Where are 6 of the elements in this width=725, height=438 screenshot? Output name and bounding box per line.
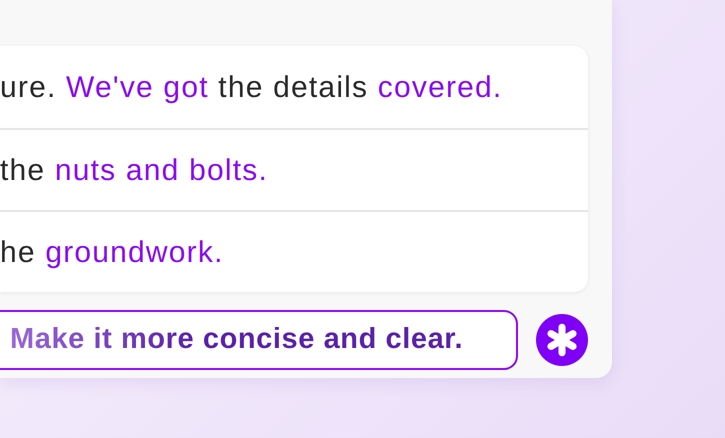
text-line: ure. We've got the details covered. xyxy=(0,70,504,106)
text-line: he groundwork. xyxy=(0,210,588,292)
text-line: the nuts and bolts. xyxy=(0,128,588,210)
prompt-field[interactable]: Make it more concise and clear. xyxy=(0,310,518,370)
asterisk-icon xyxy=(545,323,579,357)
asterisk-button[interactable] xyxy=(536,314,588,366)
